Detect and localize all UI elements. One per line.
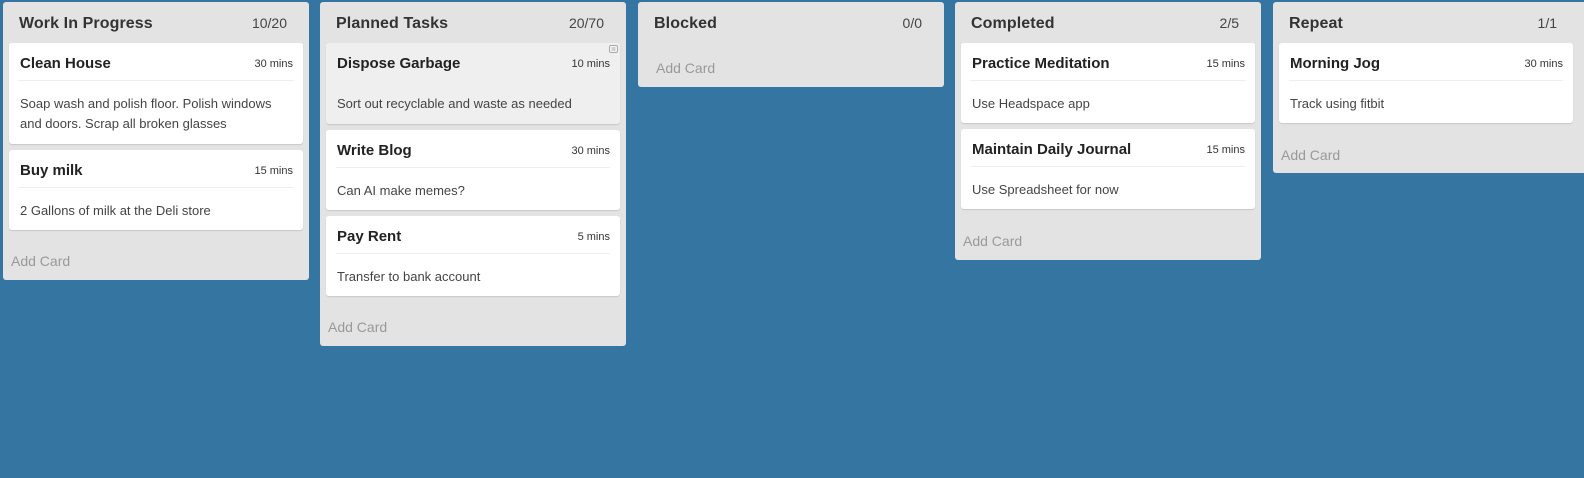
card-header: Clean House 30 mins <box>19 43 293 81</box>
card-description: Soap wash and polish floor. Polish windo… <box>20 96 272 131</box>
card-clean-house[interactable]: Clean House 30 mins Soap wash and polish… <box>9 43 303 144</box>
card-time-estimate: 10 mins <box>571 58 610 70</box>
lane-header[interactable]: Completed 2/5 <box>955 2 1261 42</box>
card-time-estimate: 15 mins <box>254 165 293 177</box>
lane-title: Repeat <box>1289 15 1343 32</box>
card-time-estimate: 30 mins <box>1524 58 1563 70</box>
card-header: Practice Meditation 15 mins <box>971 43 1245 81</box>
lane-blocked: Blocked 0/0 Add Card <box>638 2 944 87</box>
card-title: Dispose Garbage <box>337 55 461 72</box>
card-time-estimate: 15 mins <box>1206 144 1245 156</box>
card-header: Write Blog 30 mins <box>336 130 610 168</box>
kanban-board: Work In Progress 10/20 Clean House 30 mi… <box>0 0 1584 478</box>
card-practice-meditation[interactable]: Practice Meditation 15 mins Use Headspac… <box>961 43 1255 123</box>
add-card-button[interactable]: Add Card <box>1281 147 1340 163</box>
card-time-estimate: 30 mins <box>571 145 610 157</box>
card-title: Pay Rent <box>337 228 402 245</box>
lane-card-count: 2/5 <box>1219 15 1239 31</box>
card-header: Pay Rent 5 mins <box>336 216 610 254</box>
lane-title: Completed <box>971 15 1055 32</box>
card-description: Can AI make memes? <box>337 183 465 198</box>
add-card-button[interactable]: Add Card <box>11 253 70 269</box>
card-description: Track using fitbit <box>1290 96 1385 111</box>
lane-title: Work In Progress <box>19 15 153 32</box>
card-title: Write Blog <box>337 142 412 159</box>
card-buy-milk[interactable]: Buy milk 15 mins 2 Gallons of milk at th… <box>9 150 303 230</box>
card-pay-rent[interactable]: Pay Rent 5 mins Transfer to bank account <box>326 216 620 296</box>
card-time-estimate: 5 mins <box>577 231 610 243</box>
lane-header[interactable]: Repeat 1/1 <box>1273 2 1584 42</box>
card-morning-jog[interactable]: Morning Jog 30 mins Track using fitbit <box>1279 43 1573 123</box>
card-description: Use Spreadsheet for now <box>972 182 1119 197</box>
lane-card-count: 10/20 <box>251 15 287 31</box>
lane-card-count: 20/70 <box>568 15 604 31</box>
card-title: Morning Jog <box>1290 55 1380 72</box>
lane-title: Blocked <box>654 15 717 32</box>
lane-planned-tasks: Planned Tasks 20/70 Dispose Garbage 10 m… <box>320 2 626 346</box>
card-description: Transfer to bank account <box>337 269 481 284</box>
lane-repeat: Repeat 1/1 Morning Jog 30 mins Track usi… <box>1273 2 1584 173</box>
add-card-button[interactable]: Add Card <box>328 319 387 335</box>
add-card-button[interactable]: Add Card <box>963 233 1022 249</box>
card-title: Buy milk <box>20 162 83 179</box>
lane-card-count: 1/1 <box>1537 15 1557 31</box>
lane-work-in-progress: Work In Progress 10/20 Clean House 30 mi… <box>3 2 309 280</box>
card-description: 2 Gallons of milk at the Deli store <box>20 203 211 218</box>
lane-card-count: 0/0 <box>902 15 922 31</box>
lane-header[interactable]: Blocked 0/0 <box>638 2 944 42</box>
drag-handle-icon[interactable] <box>609 45 618 53</box>
lane-completed: Completed 2/5 Practice Meditation 15 min… <box>955 2 1261 260</box>
card-time-estimate: 15 mins <box>1206 58 1245 70</box>
card-title: Maintain Daily Journal <box>972 141 1132 158</box>
card-description: Sort out recyclable and waste as needed <box>337 96 572 111</box>
add-card-button[interactable]: Add Card <box>656 60 715 76</box>
lane-header[interactable]: Work In Progress 10/20 <box>3 2 309 42</box>
card-header: Dispose Garbage 10 mins <box>336 43 610 81</box>
card-title: Clean House <box>20 55 111 72</box>
card-header: Maintain Daily Journal 15 mins <box>971 129 1245 167</box>
card-header: Morning Jog 30 mins <box>1289 43 1563 81</box>
card-time-estimate: 30 mins <box>254 58 293 70</box>
card-header: Buy milk 15 mins <box>19 150 293 188</box>
card-title: Practice Meditation <box>972 55 1110 72</box>
card-write-blog[interactable]: Write Blog 30 mins Can AI make memes? <box>326 130 620 210</box>
lane-title: Planned Tasks <box>336 15 449 32</box>
card-description: Use Headspace app <box>972 96 1090 111</box>
card-dispose-garbage[interactable]: Dispose Garbage 10 mins Sort out recycla… <box>326 43 620 124</box>
card-maintain-daily-journal[interactable]: Maintain Daily Journal 15 mins Use Sprea… <box>961 129 1255 209</box>
lane-header[interactable]: Planned Tasks 20/70 <box>320 2 626 42</box>
